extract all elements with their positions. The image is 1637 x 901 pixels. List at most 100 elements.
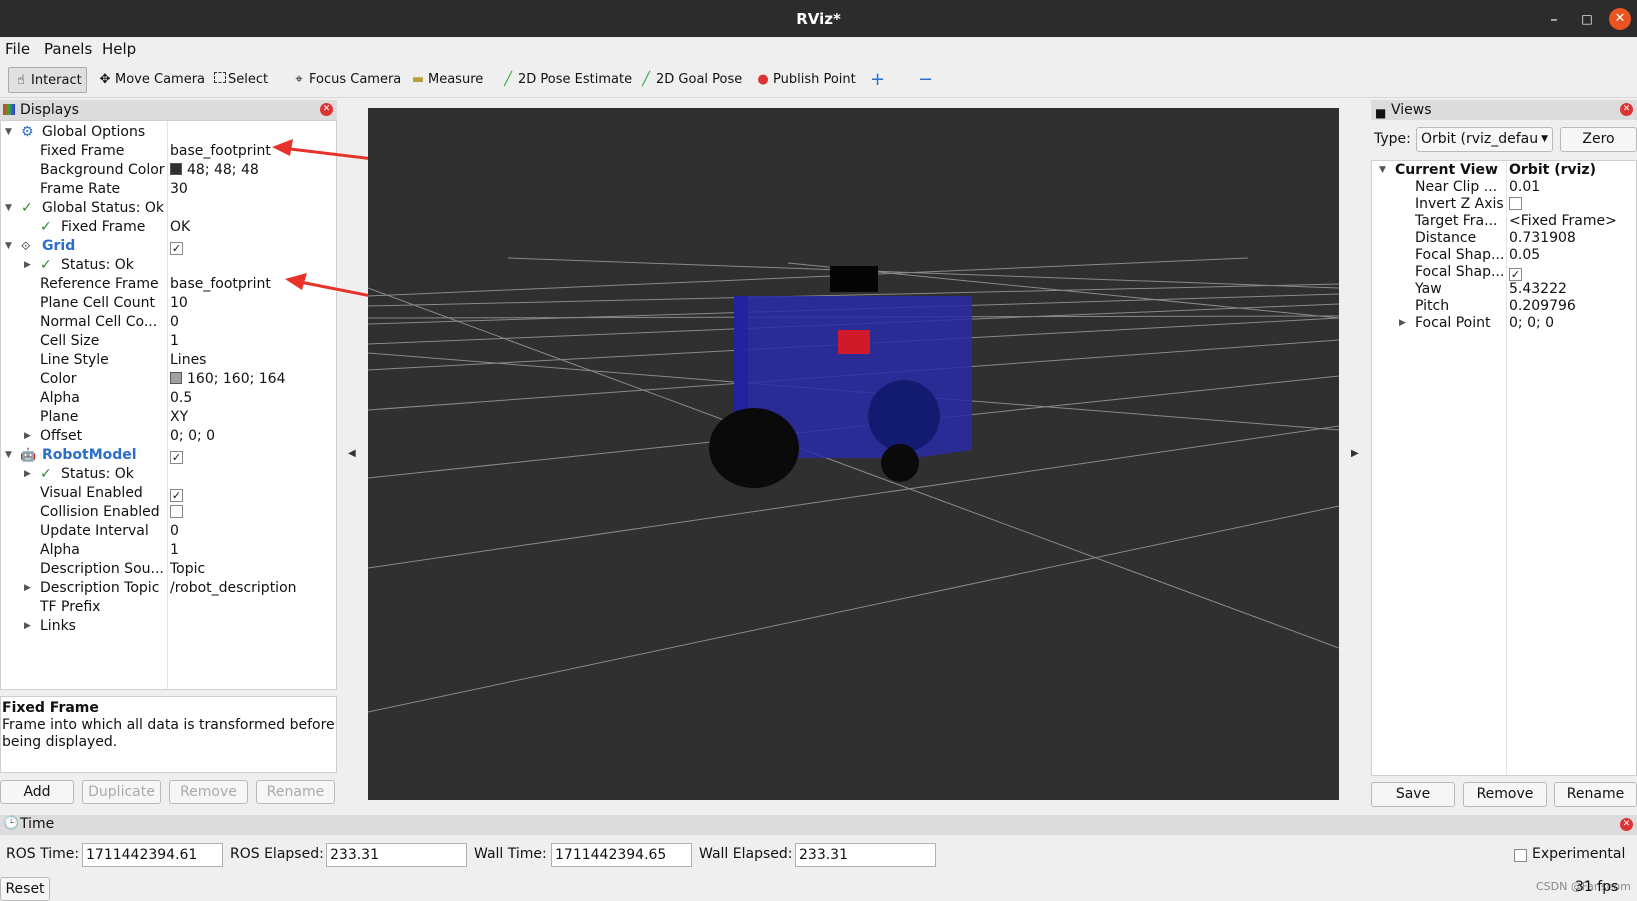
ros-time-field[interactable]: 1711442394.61 — [82, 843, 223, 867]
rename-view-button[interactable]: Rename — [1554, 782, 1637, 807]
tree-row-visual-enabled[interactable]: Visual Enabled ✓ — [1, 484, 336, 503]
row-name: Color — [40, 371, 77, 387]
row-value[interactable]: /robot_description — [170, 579, 297, 598]
view-type-dropdown[interactable]: Orbit (rviz_defau ▼ — [1416, 127, 1553, 152]
minimize-icon[interactable]: – — [1543, 8, 1565, 30]
row-value[interactable]: <Fixed Frame> — [1509, 213, 1617, 230]
remove-display-button[interactable]: Remove — [169, 780, 248, 804]
tree-row-description-topic[interactable]: ▶ Description Topic /robot_description — [1, 579, 336, 598]
row-value[interactable]: XY — [170, 408, 188, 427]
robotmodel-enabled-checkbox[interactable]: ✓ — [170, 446, 183, 465]
collapse-right-panel-icon[interactable]: ▶ — [1351, 448, 1359, 459]
time-panel-title: 🕒 Time ✕ — [0, 815, 1637, 835]
collapse-icon[interactable]: ▶ — [24, 465, 31, 484]
add-display-button[interactable]: Add — [0, 780, 74, 804]
tree-row-links[interactable]: ▶ Links — [1, 617, 336, 636]
row-name: Visual Enabled — [40, 485, 143, 501]
tree-row-near-clip[interactable]: Near Clip ... 0.01 — [1372, 179, 1636, 196]
render-viewport[interactable] — [368, 108, 1339, 800]
row-value[interactable]: 0.731908 — [1509, 230, 1576, 247]
row-name: Current View — [1395, 162, 1498, 178]
tree-row-current-view[interactable]: ▼ Current View Orbit (rviz) — [1372, 162, 1636, 179]
tree-row-distance[interactable]: Distance 0.731908 — [1372, 230, 1636, 247]
wall-time-label: Wall Time: — [474, 846, 547, 862]
tree-row-target-frame[interactable]: Target Fra... <Fixed Frame> — [1372, 213, 1636, 230]
invert-z-checkbox[interactable] — [1509, 196, 1522, 213]
expand-icon[interactable]: ▼ — [1379, 162, 1386, 179]
goal-pose-button[interactable]: ╱ 2D Goal Pose — [638, 67, 742, 93]
row-name: RobotModel — [42, 447, 137, 463]
row-value[interactable]: 1 — [170, 541, 179, 560]
tree-row-invert-z[interactable]: Invert Z Axis — [1372, 196, 1636, 213]
row-name: Offset — [40, 428, 83, 444]
collapse-icon[interactable]: ▶ — [24, 427, 31, 446]
collision-enabled-checkbox[interactable] — [170, 503, 183, 522]
add-tool-icon[interactable]: + — [870, 67, 885, 93]
focal-shape-checkbox[interactable]: ✓ — [1509, 264, 1522, 281]
wall-time-field[interactable]: 1711442394.65 — [551, 843, 692, 867]
row-value[interactable]: 0.05 — [1509, 247, 1540, 264]
experimental-checkbox[interactable] — [1514, 849, 1527, 862]
views-title: Views — [1391, 102, 1432, 118]
collapse-icon[interactable]: ▶ — [24, 617, 31, 636]
row-value[interactable]: 0; 0; 0 — [170, 427, 215, 446]
row-value[interactable]: 0.01 — [1509, 179, 1540, 196]
tree-row-color[interactable]: Color 160; 160; 164 — [1, 370, 336, 389]
tree-row-focal-shape-size[interactable]: Focal Shap... 0.05 — [1372, 247, 1636, 264]
reset-button[interactable]: Reset — [0, 877, 50, 901]
tree-row-focal-shape-fixed[interactable]: Focal Shap... ✓ — [1372, 264, 1636, 281]
close-icon[interactable]: ✕ — [1609, 8, 1631, 30]
panel-close-icon[interactable]: ✕ — [1620, 103, 1633, 116]
tree-row-update-interval[interactable]: Update Interval 0 — [1, 522, 336, 541]
row-value[interactable]: 0.5 — [170, 389, 192, 408]
duplicate-display-button[interactable]: Duplicate — [82, 780, 161, 804]
wall-elapsed-field[interactable]: 233.31 — [795, 843, 936, 867]
collapse-left-panel-icon[interactable]: ◀ — [348, 448, 356, 459]
zero-button[interactable]: Zero — [1560, 127, 1637, 152]
collapse-icon[interactable]: ▶ — [24, 579, 31, 598]
tree-row-focal-point[interactable]: ▶ Focal Point 0; 0; 0 — [1372, 315, 1636, 332]
row-name: Pitch — [1415, 298, 1450, 314]
panel-close-icon[interactable]: ✕ — [1620, 818, 1633, 831]
maximize-icon[interactable]: □ — [1576, 8, 1598, 30]
tree-row-robot-alpha[interactable]: Alpha 1 — [1, 541, 336, 560]
remove-view-button[interactable]: Remove — [1463, 782, 1547, 807]
chevron-down-icon: ▼ — [1541, 128, 1548, 151]
row-name: Collision Enabled — [40, 504, 160, 520]
row-name: Links — [40, 618, 76, 634]
row-value[interactable]: 0.209796 — [1509, 298, 1576, 315]
experimental-label: Experimental — [1532, 846, 1626, 862]
row-value[interactable]: Topic — [170, 560, 205, 579]
visual-enabled-checkbox[interactable]: ✓ — [170, 484, 183, 503]
grid-color-value[interactable]: 160; 160; 164 — [170, 370, 286, 389]
row-name: Invert Z Axis — [1415, 196, 1504, 212]
tree-row-plane[interactable]: Plane XY — [1, 408, 336, 427]
tree-row-robotmodel-status[interactable]: ▶ ✓ Status: Ok — [1, 465, 336, 484]
rename-display-button[interactable]: Rename — [256, 780, 335, 804]
save-view-button[interactable]: Save — [1371, 782, 1455, 807]
ros-elapsed-field[interactable]: 233.31 — [326, 843, 467, 867]
tree-row-robotmodel[interactable]: ▼ 🤖 RobotModel ✓ — [1, 446, 336, 465]
row-name: Target Fra... — [1415, 213, 1498, 229]
robot-lidar — [830, 266, 878, 292]
row-name: TF Prefix — [40, 599, 101, 615]
scene-svg[interactable] — [368, 108, 1339, 800]
tree-row-offset[interactable]: ▶ Offset 0; 0; 0 — [1, 427, 336, 446]
tree-row-pitch[interactable]: Pitch 0.209796 — [1372, 298, 1636, 315]
row-value[interactable]: 0 — [170, 522, 179, 541]
tree-row-tf-prefix[interactable]: TF Prefix — [1, 598, 336, 617]
tree-row-collision-enabled[interactable]: Collision Enabled — [1, 503, 336, 522]
row-value[interactable]: 5.43222 — [1509, 281, 1567, 298]
ros-elapsed-label: ROS Elapsed: — [230, 846, 324, 862]
tree-row-description-source[interactable]: Description Sou... Topic — [1, 560, 336, 579]
remove-tool-icon[interactable]: − — [918, 67, 933, 93]
row-value[interactable]: 0; 0; 0 — [1509, 315, 1554, 332]
publish-point-label: Publish Point — [773, 72, 856, 87]
tree-row-alpha[interactable]: Alpha 0.5 — [1, 389, 336, 408]
publish-point-button[interactable]: ● Publish Point — [755, 67, 856, 93]
view-type-value: Orbit (rviz_defau — [1421, 131, 1539, 147]
expand-icon[interactable]: ▼ — [5, 446, 12, 465]
tree-row-yaw[interactable]: Yaw 5.43222 — [1372, 281, 1636, 298]
row-name: Yaw — [1415, 281, 1442, 297]
collapse-icon[interactable]: ▶ — [1399, 315, 1406, 332]
